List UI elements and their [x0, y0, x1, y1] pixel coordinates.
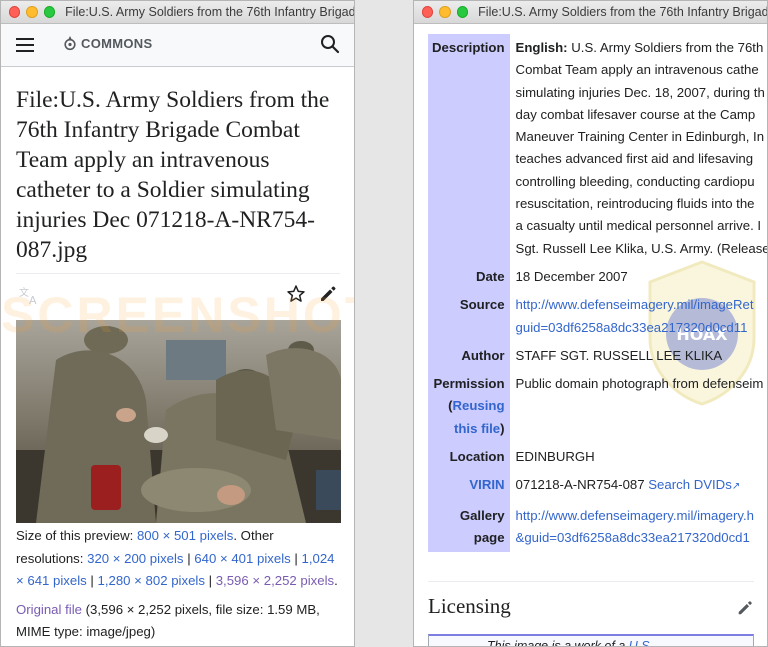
- permission-value: Public domain photograph from defenseim: [515, 376, 764, 392]
- meta-label: Gallery: [459, 507, 505, 523]
- meta-row-author: Author STAFF SGT. RUSSELL LEE KLIKA: [428, 341, 767, 371]
- reusing-link-line: Reusing: [452, 398, 505, 414]
- virin-label-link[interactable]: VIRIN: [469, 477, 504, 492]
- svg-text:A: A: [29, 294, 37, 306]
- date-value: 18 December 2007: [515, 268, 628, 284]
- minimize-window-button[interactable]: [26, 6, 38, 18]
- left-browser-window: File:U.S. Army Soldiers from the 76th In…: [0, 0, 355, 647]
- meta-label: Source: [428, 291, 510, 342]
- file-info: Size of this preview: 800 × 501 pixels. …: [16, 525, 344, 643]
- description-line: day combat lifesaver course at the Camp: [515, 106, 756, 122]
- close-window-button[interactable]: [422, 6, 434, 18]
- gallery-link-line: &guid=03df6258a8dc33ea217320d0cd1: [515, 529, 750, 545]
- meta-row-permission: Permission (Reusing this file) Public dom…: [428, 370, 767, 444]
- zoom-window-button[interactable]: [43, 6, 56, 18]
- reusing-this-file-link[interactable]: Reusing this file: [453, 398, 505, 435]
- star-watch-icon[interactable]: [286, 284, 306, 304]
- commons-logo-icon: [64, 36, 76, 51]
- meta-row-location: Location EDINBURGH: [428, 443, 767, 472]
- file-metadata-table: Description English: U.S. Army Soldiers …: [428, 34, 768, 553]
- description-line: a casualty until medical personnel arriv…: [515, 218, 762, 234]
- right-browser-window: File:U.S. Army Soldiers from the 76th In…: [413, 0, 768, 647]
- preview-size-link[interactable]: 800 × 501 pixels: [137, 528, 233, 543]
- search-icon[interactable]: [320, 34, 340, 54]
- resolution-separator: |: [290, 550, 302, 566]
- window-title: File:U.S. Army Soldiers from the 76th In…: [478, 5, 768, 19]
- svg-text:文: 文: [19, 286, 29, 299]
- location-value: EDINBURGH: [515, 449, 595, 465]
- search-dvids-text: Search DVIDs: [648, 477, 732, 493]
- zoom-window-button[interactable]: [456, 6, 469, 18]
- meta-label: Description: [428, 34, 510, 263]
- meta-row-description: Description English: U.S. Army Soldiers …: [428, 34, 768, 263]
- description-line: controlling bleeding, conducting cardiop…: [515, 173, 755, 189]
- title-bar: File:U.S. Army Soldiers from the 76th In…: [1, 1, 354, 24]
- commons-logo[interactable]: COMMONS: [63, 35, 152, 51]
- minimize-window-button[interactable]: [439, 6, 451, 18]
- resolution-link-3596[interactable]: 3,596 × 2,252 pixels: [216, 573, 334, 588]
- meta-label: page: [473, 529, 505, 545]
- meta-row-gallery: Gallery page http://www.defenseimagery.mi…: [428, 501, 767, 553]
- meta-label: Author: [428, 341, 510, 371]
- description-line: simulating injuries Dec. 18, 2007, durin…: [515, 84, 765, 100]
- mobile-header: COMMONS: [1, 24, 354, 67]
- meta-label: Location: [428, 443, 510, 472]
- resolution-separator: |: [183, 550, 195, 566]
- logo-text: COMMONS: [81, 35, 153, 51]
- preview-size-prefix: Size of this preview:: [16, 528, 137, 543]
- license-text: This image is a work of a: [487, 639, 629, 647]
- licensing-section: Licensing: [428, 581, 754, 619]
- page-actions: 文 A: [16, 273, 340, 320]
- description-line: Maneuver Training Center in Edinburgh, I…: [515, 129, 765, 145]
- meta-row-virin: VIRIN 071218-A-NR754-087 Search DVIDs↗: [428, 471, 767, 502]
- licensing-heading: Licensing: [428, 594, 511, 618]
- description-line: Sgt. Russell Lee Klika, U.S. Army. (Rele…: [515, 240, 768, 256]
- virin-value: 071218-A-NR754-087: [515, 477, 645, 493]
- description-line: teaches advanced first aid and lifesavin…: [515, 151, 754, 167]
- original-file-link[interactable]: Original file: [16, 602, 82, 617]
- description-line: Combat Team apply an intravenous cathe: [515, 62, 759, 78]
- description-line: U.S. Army Soldiers from the 76th: [571, 40, 764, 55]
- language-icon[interactable]: 文 A: [18, 286, 40, 306]
- resolution-link-320[interactable]: 320 × 200 pixels: [87, 551, 183, 566]
- meta-row-date: Date 18 December 2007: [428, 262, 767, 292]
- gallery-link-line: http://www.defenseimagery.mil/imagery.h: [515, 507, 754, 523]
- external-link-icon: ↗: [731, 481, 741, 493]
- resolution-separator: |: [204, 573, 216, 588]
- license-us-link[interactable]: U.S.: [629, 639, 653, 646]
- reusing-link-line: this file: [453, 420, 501, 436]
- resolution-separator: |: [86, 573, 98, 588]
- soldiers-photo: [16, 320, 341, 523]
- meta-row-source: Source http://www.defenseimagery.mil/ima…: [428, 291, 767, 342]
- description-line: resuscitation, reintroducing fluids into…: [515, 196, 755, 212]
- source-link[interactable]: http://www.defenseimagery.mil/imageRet gu…: [516, 297, 754, 334]
- close-window-button[interactable]: [9, 6, 21, 18]
- meta-label: Permission: [433, 376, 505, 392]
- edit-pencil-icon[interactable]: [318, 284, 338, 304]
- resolution-link-640[interactable]: 640 × 401 pixels: [194, 551, 290, 566]
- resolution-end: .: [334, 573, 338, 588]
- hamburger-menu-icon[interactable]: [16, 38, 34, 52]
- search-dvids-link[interactable]: Search DVIDs↗: [648, 477, 740, 492]
- source-link-line: http://www.defenseimagery.mil/imageRet: [515, 297, 754, 313]
- meta-label: Date: [428, 262, 510, 292]
- file-preview-image[interactable]: [16, 320, 341, 523]
- gallery-page-link[interactable]: http://www.defenseimagery.mil/imagery.h &…: [516, 508, 754, 545]
- window-title: File:U.S. Army Soldiers from the 76th In…: [65, 5, 355, 19]
- author-value: STAFF SGT. RUSSELL LEE KLIKA: [515, 347, 723, 363]
- license-template-box: This image is a work of a U.S.: [428, 634, 754, 647]
- resolution-link-1280[interactable]: 1,280 × 802 pixels: [98, 573, 205, 588]
- page-title: File:U.S. Army Soldiers from the 76th In…: [16, 87, 330, 263]
- title-bar: File:U.S. Army Soldiers from the 76th In…: [414, 1, 767, 24]
- description-language: English:: [515, 40, 568, 55]
- source-link-line: guid=03df6258a8dc33ea217320d0cd11: [515, 319, 748, 335]
- edit-section-pencil-icon[interactable]: [736, 599, 754, 617]
